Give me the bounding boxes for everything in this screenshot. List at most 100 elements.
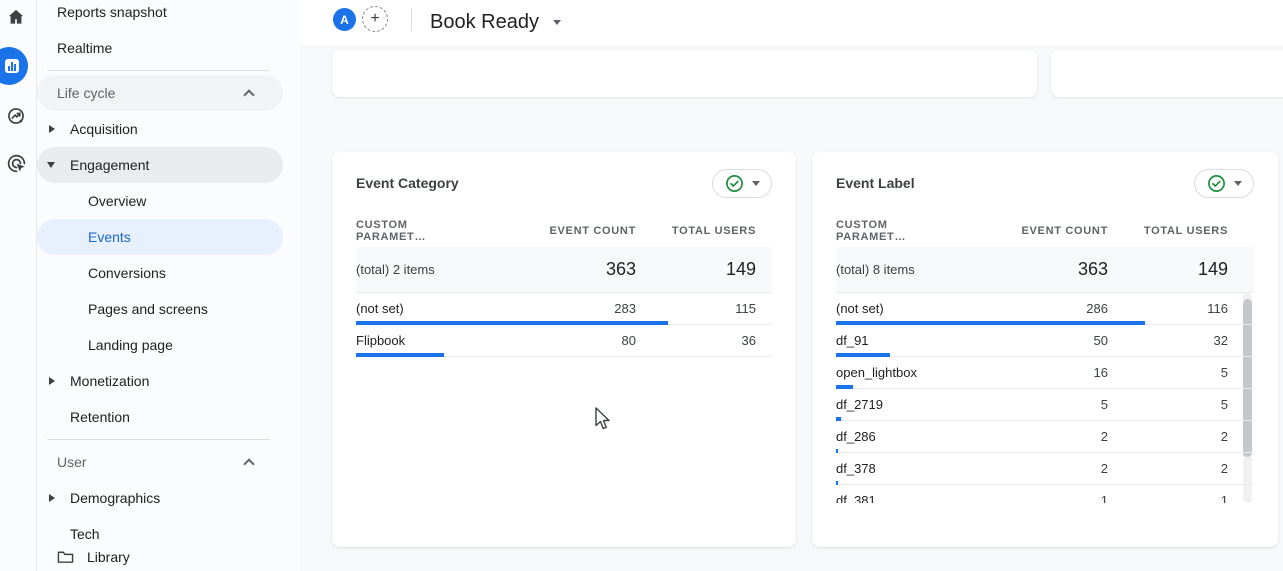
table-total-row: (total) 8 items 363 149 [836, 247, 1254, 293]
total-label: (total) 2 items [356, 262, 476, 277]
partial-card-left [332, 50, 1037, 97]
sidebar-item-label: Realtime [57, 40, 112, 56]
sidebar-item-conversions[interactable]: Conversions [37, 255, 283, 291]
sidebar-item-label: Monetization [70, 373, 149, 389]
total-users-value: 5 [1108, 365, 1228, 380]
expand-right-icon[interactable] [49, 494, 55, 502]
table-row[interactable]: Flipbook8036 [356, 325, 772, 357]
data-quality-button[interactable] [712, 169, 772, 198]
sidebar-item-label: Overview [88, 193, 146, 209]
sidebar-item-reports-snapshot[interactable]: Reports snapshot [37, 0, 283, 30]
table-row[interactable]: (not set)286116 [836, 293, 1254, 325]
sidebar-item-label: Life cycle [57, 85, 115, 101]
check-circle-icon [1207, 174, 1226, 193]
add-comparison-button[interactable]: + [362, 6, 388, 32]
chevron-down-icon [553, 20, 561, 25]
sidebar-item-engagement[interactable]: Engagement [37, 147, 283, 183]
expand-down-icon[interactable] [47, 162, 55, 168]
sidebar-item-label: Demographics [70, 490, 160, 506]
total-total-users: 149 [636, 259, 756, 280]
total-users-value: 2 [1108, 461, 1228, 476]
sidebar-item-label: Conversions [88, 265, 166, 281]
dimension-value: (not set) [356, 301, 476, 316]
col-header-custom-parameter[interactable]: CUSTOM PARAMET… [356, 219, 476, 243]
event-count-value: 50 [948, 333, 1108, 348]
dimension-value: df_378 [836, 461, 948, 476]
chevron-down-icon [1234, 181, 1242, 186]
partial-card-right [1051, 50, 1283, 97]
table-row[interactable]: df_38111 [836, 485, 1254, 503]
check-circle-icon [725, 174, 744, 193]
property-picker[interactable]: Book Ready [430, 0, 561, 45]
col-header-total-users[interactable]: TOTAL USERS [636, 225, 756, 237]
event-count-value: 283 [476, 301, 636, 316]
sidebar-item-label: Acquisition [70, 121, 138, 137]
dimension-value: open_lightbox [836, 365, 948, 380]
total-users-value: 2 [1108, 429, 1228, 444]
sidebar-item-overview[interactable]: Overview [37, 183, 283, 219]
topbar-divider [411, 8, 412, 31]
data-quality-button[interactable] [1194, 169, 1254, 198]
sidebar-item-user[interactable]: User [37, 444, 283, 480]
sidebar-item-pages-and-screens[interactable]: Pages and screens [37, 291, 283, 327]
total-users-value: 36 [636, 333, 756, 348]
sidebar-item-events[interactable]: Events [37, 219, 283, 255]
col-header-event-count[interactable]: EVENT COUNT [948, 225, 1108, 237]
sidebar-item-monetization[interactable]: Monetization [37, 363, 283, 399]
sidebar-item-landing-page[interactable]: Landing page [37, 327, 283, 363]
explore-icon[interactable] [4, 104, 28, 128]
reports-icon[interactable] [0, 47, 28, 85]
card-header: Event Label [836, 152, 1254, 214]
total-label: (total) 8 items [836, 262, 948, 277]
event-label-card: Event Label CUSTOM PARAMET… EVENT COUNT … [812, 152, 1278, 547]
table-row[interactable]: df_271955 [836, 389, 1254, 421]
table-row[interactable]: df_28622 [836, 421, 1254, 453]
total-users-value: 5 [1108, 397, 1228, 412]
sidebar-item-library[interactable]: Library [37, 542, 300, 571]
card-title: Event Category [356, 175, 459, 191]
sidebar-item-label: Reports snapshot [57, 4, 167, 20]
table-row[interactable]: df_37822 [836, 453, 1254, 485]
event-count-value: 5 [948, 397, 1108, 412]
sidebar-item-demographics[interactable]: Demographics [37, 480, 283, 516]
col-header-event-count[interactable]: EVENT COUNT [476, 225, 636, 237]
sidebar-item-life-cycle[interactable]: Life cycle [37, 75, 283, 111]
home-icon[interactable] [4, 5, 28, 29]
folder-icon [57, 549, 74, 564]
topbar: A + Book Ready [300, 0, 1283, 45]
dimension-value: (not set) [836, 301, 948, 316]
table-row[interactable]: (not set)283115 [356, 293, 772, 325]
dimension-value: df_91 [836, 333, 948, 348]
sidebar-item-label: Pages and screens [88, 301, 208, 317]
sidebar-item-label: Retention [70, 409, 130, 425]
sidebar-item-label: Landing page [88, 337, 173, 353]
nav-rail [0, 0, 37, 571]
event-count-value: 1 [948, 493, 1108, 503]
proportion-bar [356, 353, 444, 357]
main-area: A + Book Ready Event Category CUSTOM PAR… [300, 0, 1283, 571]
expand-right-icon[interactable] [49, 377, 55, 385]
chevron-up-icon[interactable] [243, 89, 254, 100]
event-count-value: 80 [476, 333, 636, 348]
bar-chart-glyph [5, 59, 19, 73]
sidebar-item-retention[interactable]: Retention [37, 399, 283, 435]
expand-right-icon[interactable] [49, 125, 55, 133]
sidebar-item-acquisition[interactable]: Acquisition [37, 111, 283, 147]
col-header-total-users[interactable]: TOTAL USERS [1108, 225, 1228, 237]
sidebar-item-label: Tech [70, 526, 100, 542]
col-header-custom-parameter[interactable]: CUSTOM PARAMET… [836, 219, 948, 243]
total-total-users: 149 [1108, 259, 1228, 280]
advertising-icon[interactable] [4, 151, 28, 175]
table-header-row: CUSTOM PARAMET… EVENT COUNT TOTAL USERS [356, 214, 772, 247]
sidebar-item-realtime[interactable]: Realtime [37, 30, 283, 66]
sidebar-divider [37, 435, 300, 444]
table-row[interactable]: df_915032 [836, 325, 1254, 357]
chevron-up-icon[interactable] [243, 458, 254, 469]
account-avatar[interactable]: A [333, 8, 356, 31]
dimension-value: df_286 [836, 429, 948, 444]
event-count-value: 2 [948, 461, 1108, 476]
library-label: Library [87, 549, 130, 565]
table-row[interactable]: open_lightbox165 [836, 357, 1254, 389]
dimension-value: df_2719 [836, 397, 948, 412]
sidebar: Reports snapshot Realtime Life cycle Acquis… [37, 0, 300, 571]
